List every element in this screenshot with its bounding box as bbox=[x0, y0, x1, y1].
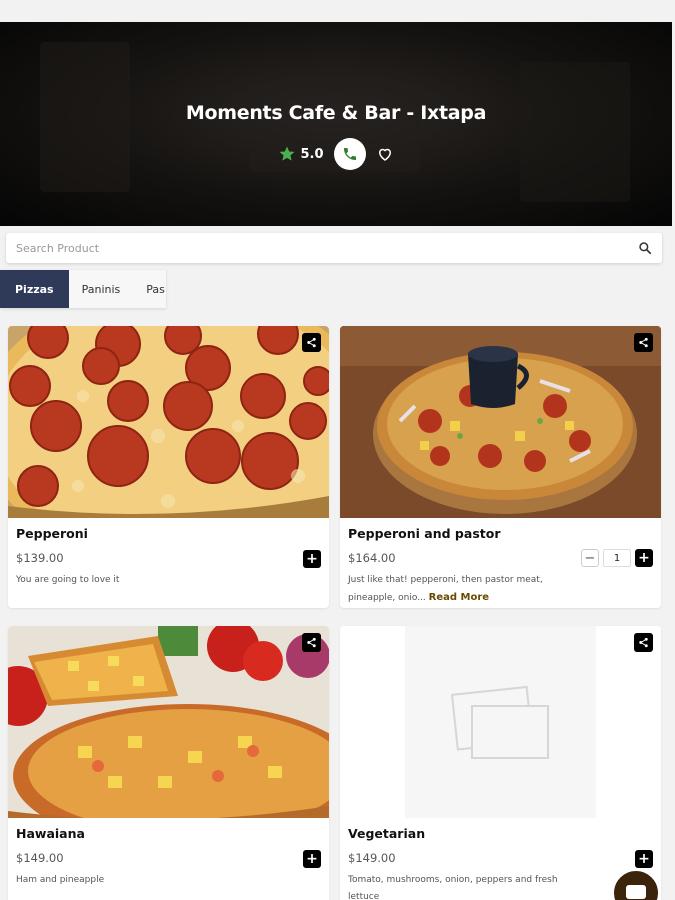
product-name[interactable]: Pepperoni bbox=[16, 526, 88, 541]
product-image[interactable] bbox=[340, 626, 661, 818]
product-price: $164.00 bbox=[348, 551, 396, 565]
product-name[interactable]: Pepperoni and pastor bbox=[348, 526, 500, 541]
add-to-cart-button[interactable]: + bbox=[303, 550, 321, 568]
search-bar bbox=[6, 233, 662, 263]
tab-pizzas[interactable]: Pizzas bbox=[0, 270, 69, 308]
hero-background-shape bbox=[520, 62, 630, 202]
product-name[interactable]: Vegetarian bbox=[348, 826, 425, 841]
product-image[interactable] bbox=[340, 326, 661, 518]
call-button[interactable] bbox=[333, 138, 366, 170]
chat-icon bbox=[626, 885, 646, 899]
restaurant-meta: 5.0 bbox=[0, 138, 672, 170]
product-price: $149.00 bbox=[16, 851, 64, 865]
category-tabs: Pizzas Paninis Pas bbox=[0, 270, 166, 308]
share-button[interactable] bbox=[634, 633, 653, 652]
share-button[interactable] bbox=[302, 333, 321, 352]
hawaiana-pizza-image bbox=[8, 626, 329, 818]
favorite-heart-icon[interactable] bbox=[376, 145, 394, 163]
product-price: $139.00 bbox=[16, 551, 64, 565]
plus-icon: + bbox=[638, 550, 650, 566]
product-description: Just like that! pepperoni, then pastor m… bbox=[348, 572, 578, 607]
plus-icon: + bbox=[638, 851, 650, 867]
pepperoni-pastor-pizza-image bbox=[340, 326, 661, 518]
phone-icon bbox=[343, 148, 356, 160]
product-card-pepperoni[interactable]: Pepperoni $139.00 You are going to love … bbox=[8, 326, 329, 608]
share-icon bbox=[307, 337, 316, 348]
read-more-link[interactable]: Read More bbox=[429, 592, 489, 603]
status-strip bbox=[0, 0, 675, 22]
decrease-quantity-button[interactable]: − bbox=[581, 549, 599, 567]
rating: 5.0 bbox=[278, 145, 324, 163]
quantity-stepper: − 1 + bbox=[581, 549, 653, 567]
add-to-cart-button[interactable]: + bbox=[303, 850, 321, 868]
tab-paninis[interactable]: Paninis bbox=[69, 270, 134, 308]
image-placeholder-icon bbox=[340, 626, 661, 818]
pepperoni-pizza-image bbox=[8, 326, 329, 518]
restaurant-title: Moments Cafe & Bar - Ixtapa bbox=[185, 102, 487, 124]
increase-quantity-button[interactable]: + bbox=[635, 549, 653, 567]
product-description: Tomato, mushrooms, onion, peppers and fr… bbox=[348, 875, 558, 900]
share-icon bbox=[639, 337, 648, 348]
product-card-pepperoni-pastor[interactable]: Pepperoni and pastor $164.00 Just like t… bbox=[340, 326, 661, 608]
product-image[interactable] bbox=[8, 326, 329, 518]
search-input[interactable] bbox=[16, 241, 638, 255]
share-button[interactable] bbox=[634, 333, 653, 352]
product-description: Ham and pineapple bbox=[16, 875, 105, 885]
minus-icon: − bbox=[584, 550, 596, 566]
plus-icon: + bbox=[306, 551, 318, 567]
product-card-hawaiana[interactable]: Hawaiana $149.00 Ham and pineapple + bbox=[8, 626, 329, 900]
quantity-value[interactable]: 1 bbox=[603, 549, 631, 567]
tab-pastas[interactable]: Pas bbox=[133, 270, 166, 308]
plus-icon: + bbox=[306, 851, 318, 867]
product-description: You are going to love it bbox=[16, 575, 120, 585]
restaurant-hero: Moments Cafe & Bar - Ixtapa 5.0 bbox=[0, 22, 672, 226]
product-name[interactable]: Hawaiana bbox=[16, 826, 85, 841]
share-icon bbox=[639, 637, 648, 648]
product-image[interactable] bbox=[8, 626, 329, 818]
share-icon bbox=[307, 637, 316, 648]
star-icon bbox=[279, 146, 295, 161]
share-button[interactable] bbox=[302, 633, 321, 652]
search-icon[interactable] bbox=[638, 241, 652, 255]
product-price: $149.00 bbox=[348, 851, 396, 865]
rating-value: 5.0 bbox=[300, 146, 324, 162]
product-card-vegetarian[interactable]: Vegetarian $149.00 Tomato, mushrooms, on… bbox=[340, 626, 661, 900]
add-to-cart-button[interactable]: + bbox=[635, 850, 653, 868]
